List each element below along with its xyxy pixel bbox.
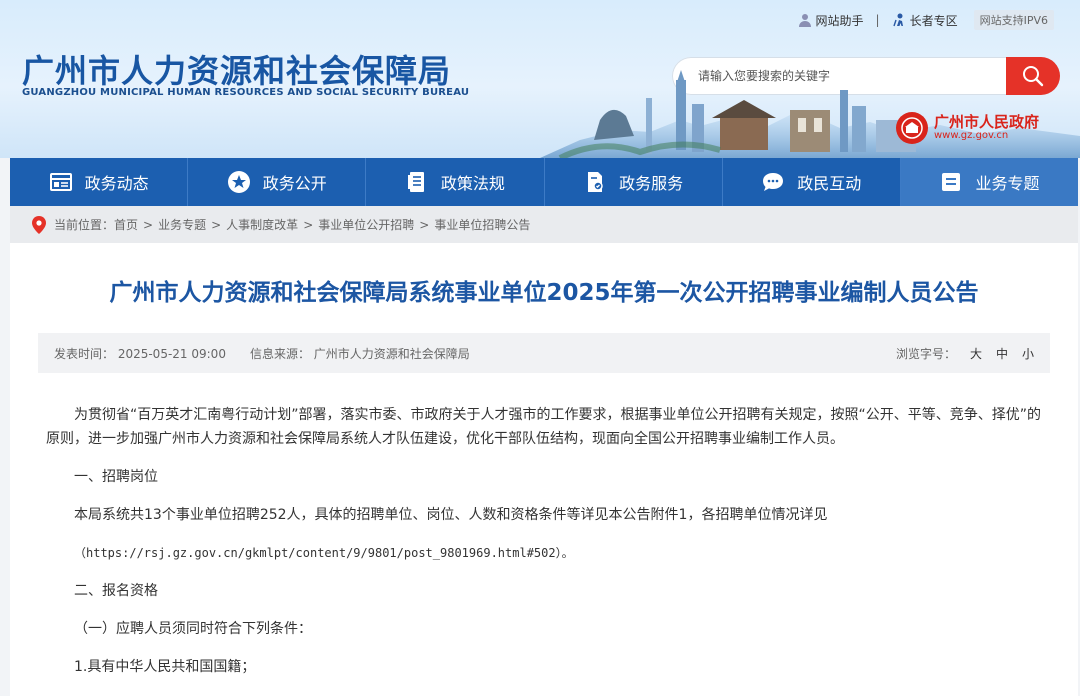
list-item: 1.具有中华人民共和国国籍； — [74, 659, 256, 675]
breadcrumb-recruitment-notices[interactable]: 事业单位招聘公告 — [434, 216, 530, 233]
ipv6-badge: 网站支持IPV6 — [973, 10, 1054, 30]
font-size-small[interactable]: 小 — [1022, 345, 1034, 362]
nav-label: 政民互动 — [797, 174, 862, 193]
intro-paragraph: 为贯彻省“百万英才汇南粤行动计划”部署，落实市委、市政府关于人才强市的工作要求，… — [46, 407, 1042, 447]
breadcrumb-separator: > — [303, 217, 314, 232]
section-heading: 二、报名资格 — [74, 583, 158, 599]
nav-item-disclosure[interactable]: 政务公开 — [188, 158, 367, 206]
breadcrumb-topics[interactable]: 业务专题 — [158, 216, 206, 233]
gov-emblem-icon — [896, 112, 928, 144]
article-title: 广州市人力资源和社会保障局系统事业单位2025年第一次公开招聘事业编制人员公告 — [109, 280, 979, 306]
nav-item-service[interactable]: 政务服务 — [545, 158, 723, 206]
nav-item-interaction[interactable]: 政民互动 — [723, 158, 901, 206]
publish-time: 发表时间： 2025-05-21 09:00 — [54, 346, 226, 361]
section-paragraph: 本局系统共13个事业单位招聘252人，具体的招聘单位、岗位、人数和资格条件等详见… — [74, 507, 828, 523]
nav-item-news[interactable]: 政务动态 — [10, 158, 189, 206]
font-size-selector: 浏览字号： 大 中 小 — [896, 345, 1034, 362]
document-icon — [407, 172, 424, 192]
nav-label: 业务专题 — [975, 174, 1040, 193]
section-heading: 一、招聘岗位 — [74, 469, 158, 485]
breadcrumb: 当前位置： 首页 > 业务专题 > 人事制度改革 > 事业单位公开招聘 > 事业… — [10, 206, 1078, 243]
breadcrumb-separator: > — [419, 217, 430, 232]
chat-icon — [763, 173, 784, 191]
main-nav: 政务动态 政务公开 政策法规 政务服务 政民互动 业务专题 — [10, 158, 1079, 206]
font-size-label: 浏览字号： — [895, 346, 956, 361]
elder-label: 长者专区 — [909, 13, 958, 28]
breadcrumb-public-recruitment[interactable]: 事业单位公开招聘 — [318, 216, 414, 233]
nav-label: 政策法规 — [440, 174, 505, 193]
nav-item-policy[interactable]: 政策法规 — [366, 158, 545, 206]
font-size-medium[interactable]: 中 — [996, 345, 1008, 362]
elder-zone-link[interactable]: 长者专区 — [892, 12, 958, 29]
nav-item-topics[interactable]: 业务专题 — [900, 158, 1079, 206]
star-icon — [227, 171, 250, 193]
site-header: 网站助手 | 长者专区 网站支持IPV6 广州市人力资源和社会保障局 GUANG… — [0, 0, 1080, 158]
recruitment-url-link[interactable]: （https://rsj.gz.gov.cn/gkmlpt/content/9/… — [46, 541, 1046, 565]
breadcrumb-separator: > — [143, 217, 154, 232]
info-source: 信息来源： 广州市人力资源和社会保障局 — [249, 346, 470, 361]
assistant-label: 网站助手 — [815, 13, 864, 28]
nav-label: 政务公开 — [262, 174, 327, 193]
topic-icon — [942, 173, 961, 191]
breadcrumb-personnel-reform[interactable]: 人事制度改革 — [226, 216, 298, 233]
assistant-icon — [798, 14, 811, 27]
subsection-heading: （一）应聘人员须同时符合下列条件： — [74, 621, 312, 637]
elder-icon — [892, 13, 903, 27]
nav-label: 政务服务 — [619, 174, 684, 193]
breadcrumb-prefix: 当前位置： — [54, 218, 115, 232]
font-size-large[interactable]: 大 — [970, 345, 982, 362]
top-separator: | — [875, 13, 880, 27]
gov-name: 广州市人民政府 — [934, 113, 1040, 131]
site-logo-en: GUANGZHOU MUNICIPAL HUMAN RESOURCES AND … — [22, 87, 470, 98]
service-icon — [588, 172, 603, 192]
top-links: 网站助手 | 长者专区 网站支持IPV6 — [798, 10, 1054, 30]
gz-government-logo[interactable]: 广州市人民政府 www.gz.gov.cn — [896, 112, 1039, 144]
gov-url: www.gz.gov.cn — [934, 130, 1009, 141]
site-logo-cn[interactable]: 广州市人力资源和社会保障局 — [22, 46, 451, 92]
site-assistant-link[interactable]: 网站助手 — [798, 12, 864, 29]
nav-label: 政务动态 — [84, 174, 149, 193]
news-icon — [49, 173, 72, 191]
breadcrumb-home[interactable]: 首页 — [114, 216, 138, 233]
breadcrumb-separator: > — [211, 217, 222, 232]
article-body: 为贯彻省“百万英才汇南粤行动计划”部署，落实市委、市政府关于人才强市的工作要求，… — [46, 403, 1046, 693]
article-container: 广州市人力资源和社会保障局系统事业单位2025年第一次公开招聘事业编制人员公告 … — [10, 243, 1078, 696]
location-pin-icon — [32, 215, 46, 234]
article-meta-bar: 发表时间： 2025-05-21 09:00 信息来源： 广州市人力资源和社会保… — [38, 333, 1050, 373]
